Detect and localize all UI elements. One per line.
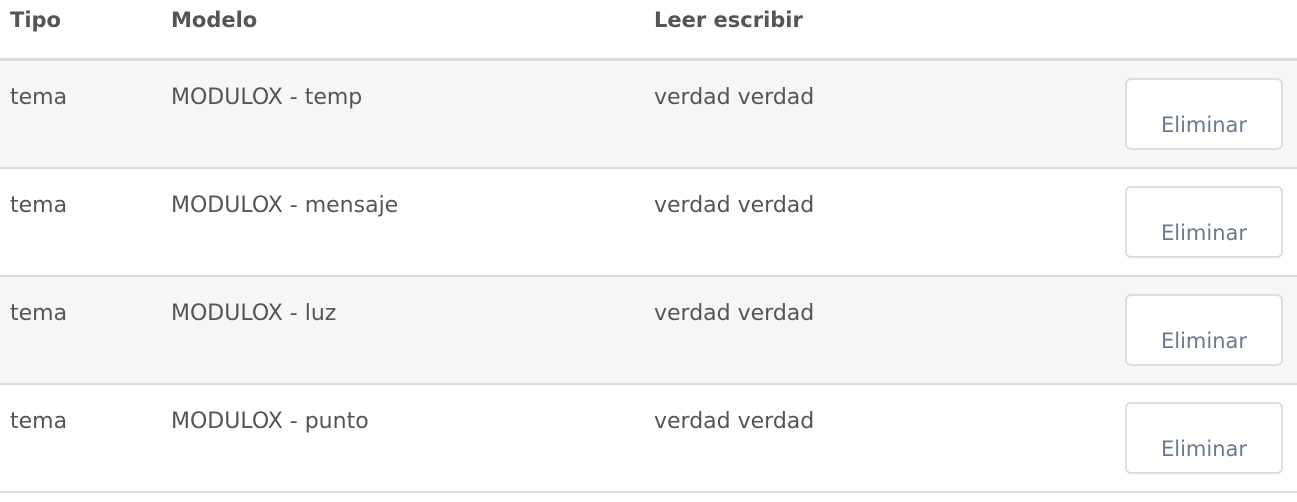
cell-model: MODULOX - punto xyxy=(171,409,369,434)
table-header: Tipo Modelo Leer escribir xyxy=(0,0,1297,61)
delete-button[interactable]: Eliminar xyxy=(1125,294,1283,366)
cell-type: tema xyxy=(10,301,68,326)
table-row: tema MODULOX - luz verdad verdad Elimina… xyxy=(0,277,1297,385)
table-row: tema MODULOX - punto verdad verdad Elimi… xyxy=(0,385,1297,493)
header-model: Modelo xyxy=(171,8,258,32)
cell-read-write: verdad verdad xyxy=(654,301,815,326)
table-row: tema MODULOX - mensaje verdad verdad Eli… xyxy=(0,169,1297,277)
cell-model: MODULOX - temp xyxy=(171,85,363,110)
cell-model: MODULOX - mensaje xyxy=(171,193,399,218)
cell-type: tema xyxy=(10,409,68,434)
table-row: tema MODULOX - temp verdad verdad Elimin… xyxy=(0,61,1297,169)
cell-model: MODULOX - luz xyxy=(171,301,337,326)
cell-read-write: verdad verdad xyxy=(654,409,815,434)
cell-read-write: verdad verdad xyxy=(654,85,815,110)
delete-button[interactable]: Eliminar xyxy=(1125,78,1283,150)
cell-type: tema xyxy=(10,193,68,218)
header-read-write: Leer escribir xyxy=(654,8,803,32)
cell-read-write: verdad verdad xyxy=(654,193,815,218)
cell-type: tema xyxy=(10,85,68,110)
delete-button[interactable]: Eliminar xyxy=(1125,402,1283,474)
delete-button[interactable]: Eliminar xyxy=(1125,186,1283,258)
header-type: Tipo xyxy=(10,8,61,32)
topics-table: Tipo Modelo Leer escribir tema MODULOX -… xyxy=(0,0,1297,493)
